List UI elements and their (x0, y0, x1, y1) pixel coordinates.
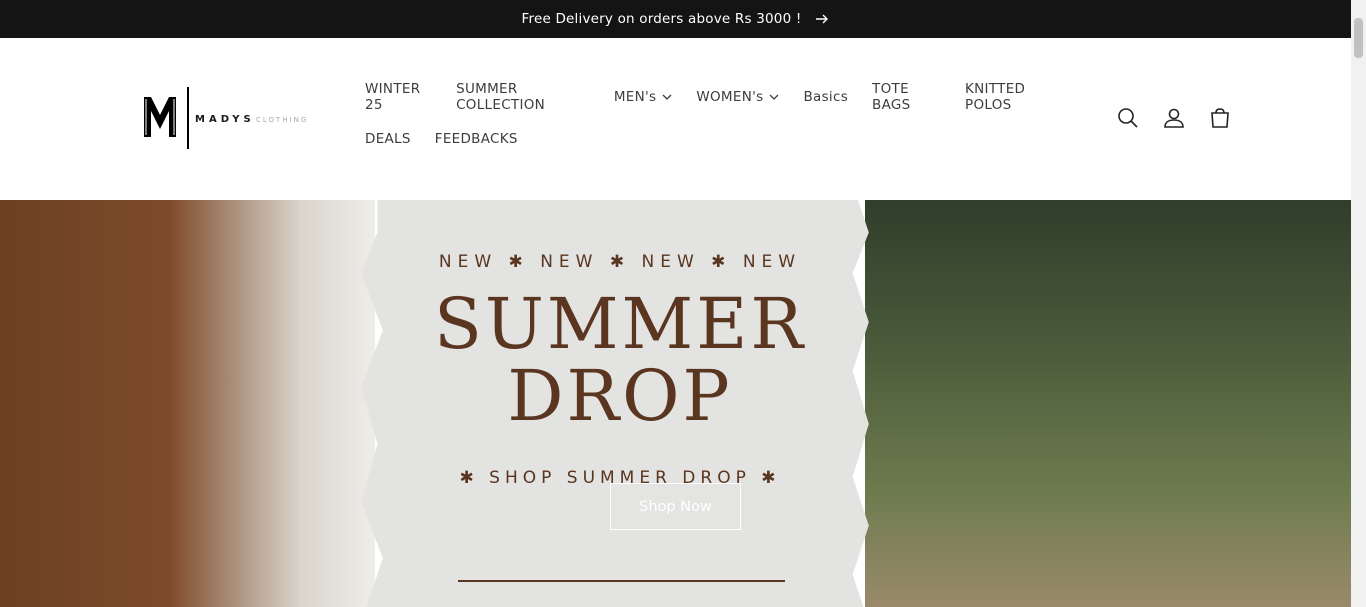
hero-image-right (865, 200, 1351, 607)
nav-label: DEALS (365, 131, 411, 147)
site-header: MADYS CLOTHING WINTER 25 SUMMER COLLECTI… (0, 38, 1351, 200)
nav-label: Basics (803, 89, 849, 105)
arrow-right-icon[interactable] (815, 12, 829, 26)
nav-row-1: WINTER 25 SUMMER COLLECTION MEN's WOMEN'… (365, 80, 1085, 114)
nav-item-deals[interactable]: DEALS (365, 131, 411, 147)
cart-icon[interactable] (1208, 106, 1232, 130)
chevron-down-icon (769, 92, 779, 102)
hero-image-left (0, 200, 375, 607)
main-nav: WINTER 25 SUMMER COLLECTION MEN's WOMEN'… (365, 80, 1085, 164)
chevron-down-icon (662, 92, 672, 102)
nav-label: MEN's (613, 89, 657, 105)
nav-item-womens[interactable]: WOMEN's (696, 89, 779, 105)
nav-item-knitted-polos[interactable]: KNITTED POLOS (965, 81, 1061, 113)
announcement-text[interactable]: Free Delivery on orders above Rs 3000 ! (522, 11, 802, 27)
nav-label: SUMMER COLLECTION (456, 81, 546, 113)
hero-banner: NEW ✱ NEW ✱ NEW ✱ NEW SUMMER DROP ✱ SHOP… (0, 200, 1351, 607)
nav-item-tote-bags[interactable]: TOTE BAGS (872, 81, 941, 113)
brand-name: MADYS (195, 114, 255, 125)
hero-headline: SUMMER DROP (345, 288, 895, 432)
nav-item-summer-collection[interactable]: SUMMER COLLECTION (456, 81, 590, 113)
nav-item-feedbacks[interactable]: FEEDBACKS (435, 131, 518, 147)
hero-text: NEW ✱ NEW ✱ NEW ✱ NEW SUMMER DROP ✱ SHOP… (345, 200, 895, 607)
nav-item-winter-25[interactable]: WINTER 25 (365, 81, 432, 113)
search-icon[interactable] (1116, 106, 1140, 130)
divider (458, 580, 785, 582)
headline-line-2: DROP (507, 355, 733, 437)
nav-label: TOTE BAGS (872, 81, 911, 113)
page-scrollbar[interactable] (1351, 0, 1366, 607)
hero-kicker: NEW ✱ NEW ✱ NEW ✱ NEW (438, 252, 802, 272)
scrollbar-thumb[interactable] (1354, 18, 1363, 58)
nav-item-basics[interactable]: Basics (803, 89, 848, 105)
headline-line-1: SUMMER (433, 283, 807, 365)
nav-item-mens[interactable]: MEN's (614, 89, 673, 105)
brand-tagline: CLOTHING (256, 116, 309, 124)
announcement-bar[interactable]: Free Delivery on orders above Rs 3000 ! (0, 0, 1351, 38)
nav-label: WINTER 25 (365, 81, 421, 113)
nav-label: KNITTED POLOS (965, 81, 1026, 113)
nav-label: WOMEN's (696, 89, 764, 105)
shop-now-button[interactable]: Shop Now (610, 483, 741, 530)
account-icon[interactable] (1162, 106, 1186, 130)
nav-row-2: DEALS FEEDBACKS (365, 122, 1085, 156)
header-icons (1116, 106, 1232, 130)
nav-label: FEEDBACKS (434, 131, 518, 147)
